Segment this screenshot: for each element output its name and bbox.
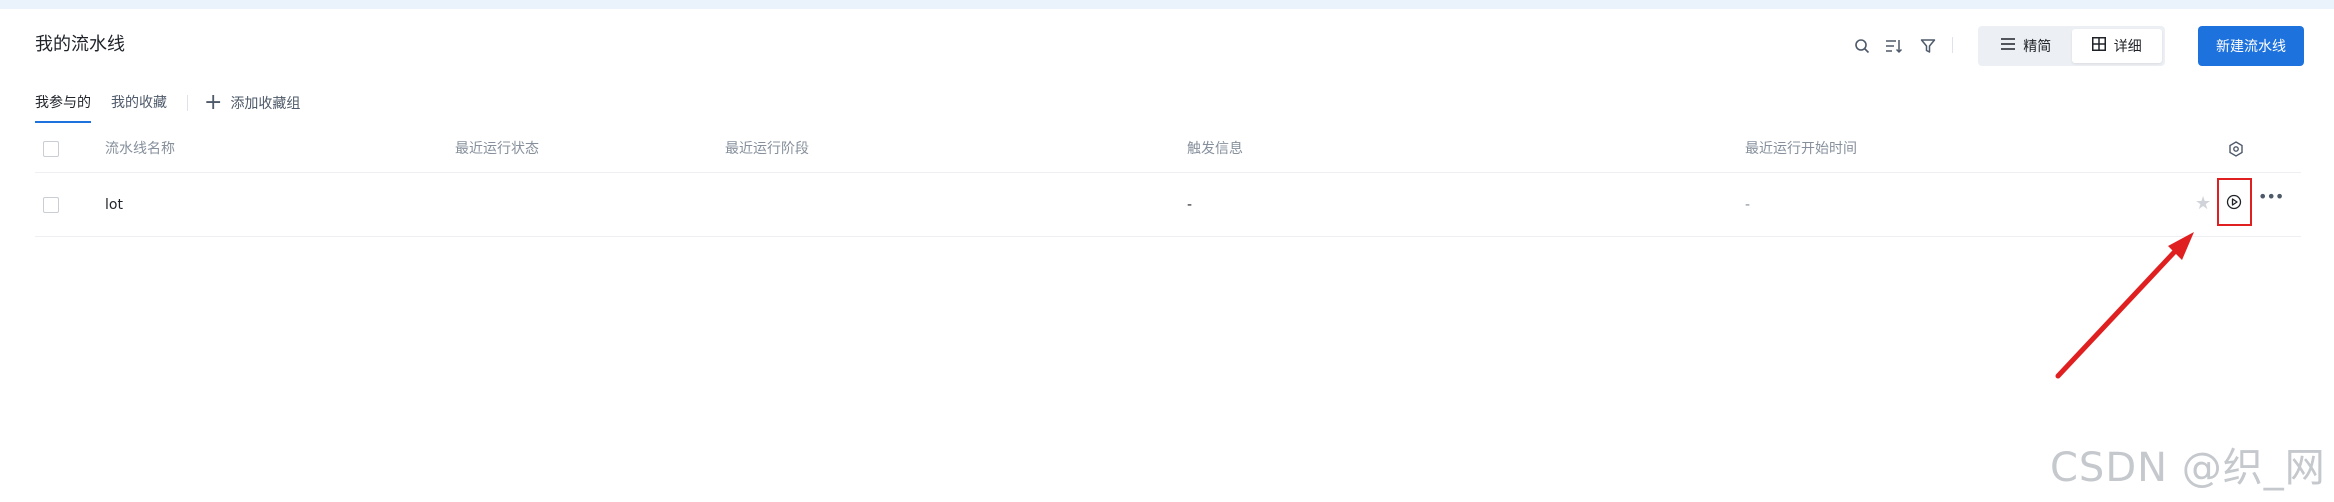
- view-detail-label: 详细: [2113, 39, 2142, 55]
- new-pipeline-button[interactable]: 新建流水线: [2198, 26, 2304, 66]
- view-detail-button[interactable]: 详细: [2071, 29, 2162, 63]
- table-header: 流水线名称 最近运行状态 最近运行阶段 触发信息 最近运行开始时间: [35, 125, 2301, 173]
- list-icon: [2001, 38, 2016, 54]
- column-settings-icon[interactable]: [2224, 137, 2248, 161]
- sort-icon[interactable]: [1880, 32, 1908, 60]
- view-simple-button[interactable]: 精简: [1981, 29, 2072, 63]
- view-mode-toggle: 精简 详细: [1978, 26, 2165, 66]
- column-header-start-time: 最近运行开始时间: [1745, 141, 1857, 157]
- tab-participated[interactable]: 我参与的: [35, 87, 91, 123]
- plus-icon: +: [204, 90, 223, 115]
- pipeline-tabs: 我参与的 我的收藏 + 添加收藏组: [35, 85, 300, 123]
- pipeline-name-link[interactable]: lot: [105, 173, 123, 237]
- column-header-stage: 最近运行阶段: [725, 141, 809, 157]
- page-title: 我的流水线: [35, 34, 125, 55]
- row-checkbox[interactable]: [43, 197, 59, 213]
- top-banner-strip: [0, 0, 2334, 9]
- toolbar-divider: [1952, 37, 1953, 53]
- add-group-label: 添加收藏组: [230, 96, 301, 112]
- pipeline-table: 流水线名称 最近运行状态 最近运行阶段 触发信息 最近运行开始时间 lot - …: [35, 125, 2301, 237]
- favorite-star-icon[interactable]: ★: [2195, 193, 2211, 214]
- watermark-text: CSDN @织_网: [2050, 445, 2326, 491]
- more-actions-icon[interactable]: •••: [2258, 187, 2284, 207]
- column-header-name: 流水线名称: [105, 141, 175, 157]
- tab-divider: [187, 95, 188, 111]
- view-simple-label: 精简: [2023, 39, 2052, 55]
- select-all-checkbox[interactable]: [43, 141, 59, 157]
- pipeline-page: 我的流水线 精简 详细 新建流水线 我参与的 我的收藏 + 添加收藏组 流水线名…: [0, 9, 2334, 502]
- tab-favorites[interactable]: 我的收藏: [111, 87, 167, 119]
- run-pipeline-icon[interactable]: [2224, 192, 2244, 212]
- search-icon[interactable]: [1848, 32, 1876, 60]
- start-time-cell: -: [1745, 197, 1751, 213]
- add-favorite-group-button[interactable]: + 添加收藏组: [204, 92, 300, 114]
- column-header-status: 最近运行状态: [455, 141, 539, 157]
- filter-icon[interactable]: [1914, 32, 1942, 60]
- trigger-info-cell: -: [1187, 197, 1193, 213]
- column-header-trigger: 触发信息: [1187, 141, 1243, 157]
- table-row[interactable]: lot - -: [35, 173, 2301, 237]
- grid-icon: [2091, 37, 2106, 55]
